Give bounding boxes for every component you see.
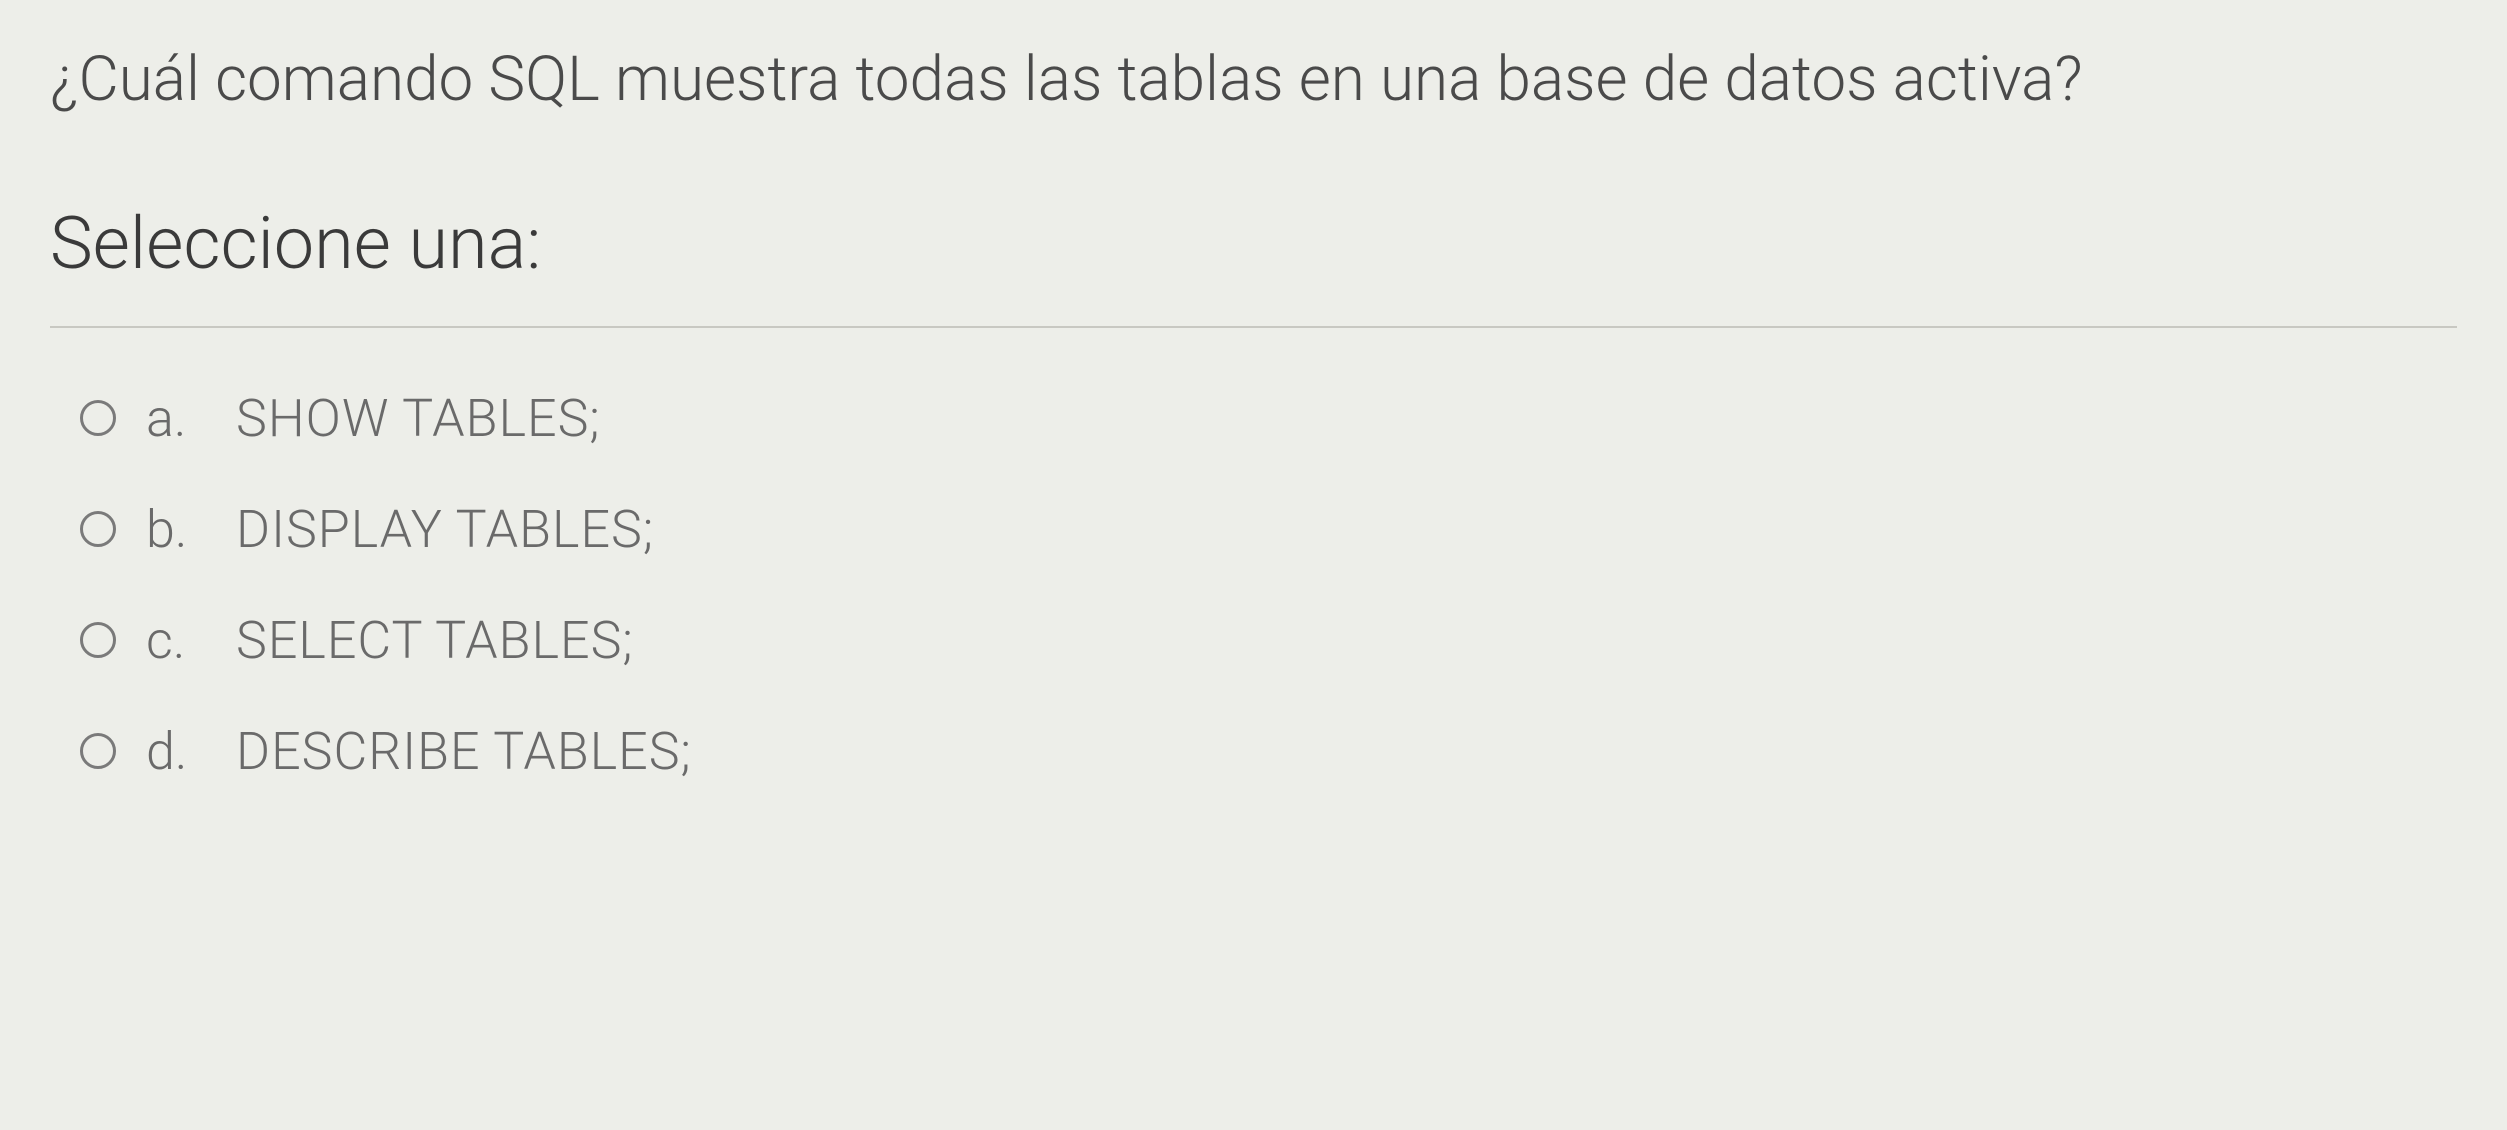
option-letter: d. xyxy=(146,721,206,782)
divider xyxy=(50,326,2457,328)
option-text: DISPLAY TABLES; xyxy=(236,499,654,560)
option-text: SHOW TABLES; xyxy=(236,388,601,449)
options-list: a. SHOW TABLES; b. DISPLAY TABLES; c. SE… xyxy=(50,388,2457,782)
radio-a[interactable] xyxy=(80,400,116,436)
question-text: ¿Cuál comando SQL muestra todas las tabl… xyxy=(50,40,2457,121)
radio-b[interactable] xyxy=(80,511,116,547)
select-prompt: Seleccione una: xyxy=(50,201,2457,286)
option-text: SELECT TABLES; xyxy=(236,610,634,671)
option-letter: a. xyxy=(146,388,206,449)
option-a[interactable]: a. SHOW TABLES; xyxy=(80,388,2457,449)
option-c[interactable]: c. SELECT TABLES; xyxy=(80,610,2457,671)
option-letter: b. xyxy=(146,499,206,560)
option-text: DESCRIBE TABLES; xyxy=(236,721,692,782)
option-letter: c. xyxy=(146,610,206,671)
option-d[interactable]: d. DESCRIBE TABLES; xyxy=(80,721,2457,782)
option-b[interactable]: b. DISPLAY TABLES; xyxy=(80,499,2457,560)
radio-c[interactable] xyxy=(80,622,116,658)
radio-d[interactable] xyxy=(80,733,116,769)
